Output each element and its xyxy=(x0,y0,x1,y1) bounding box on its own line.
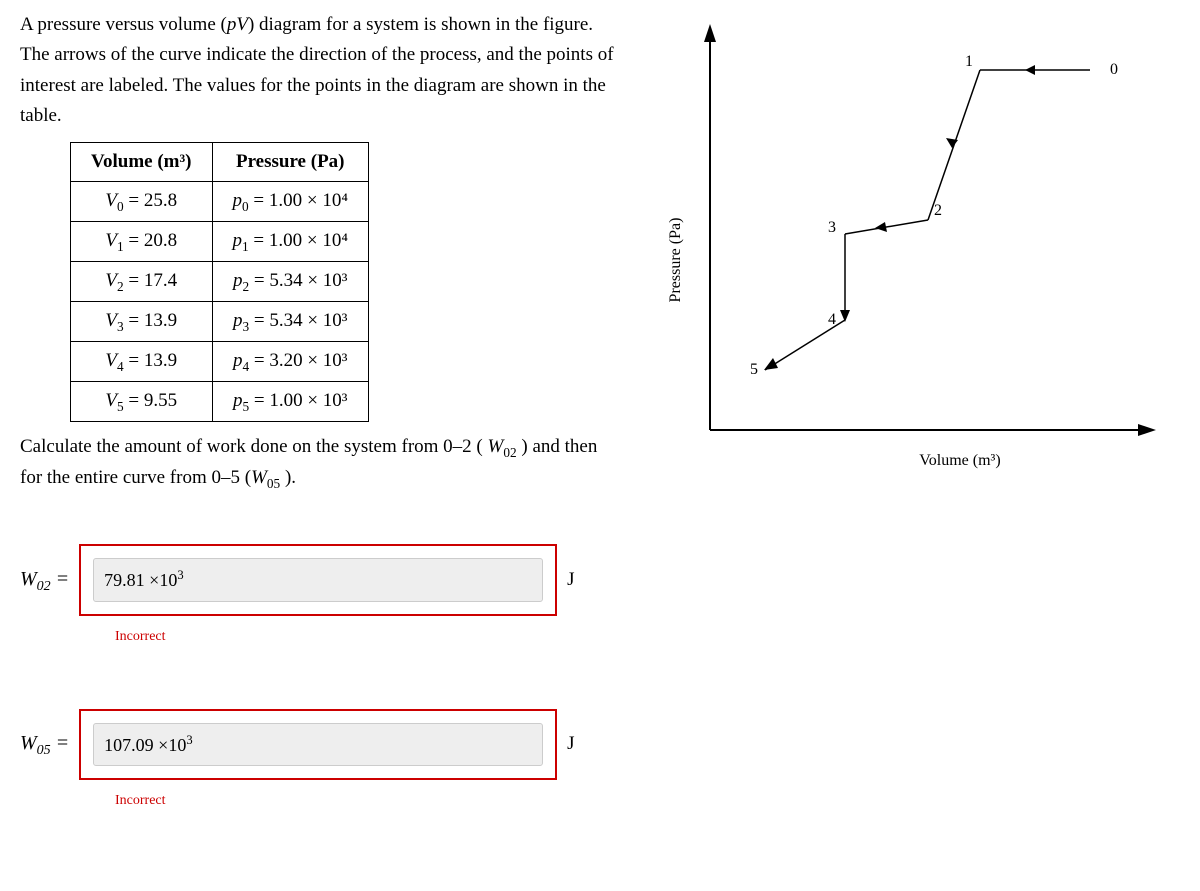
point-label-2: 2 xyxy=(934,202,942,219)
intro-text: A pressure versus volume (pV) diagram fo… xyxy=(20,10,620,132)
table-row: V3 = 13.9 p3 = 5.34 × 10³ xyxy=(71,302,369,342)
w02-feedback: Incorrect xyxy=(115,626,1180,648)
w05-feedback: Incorrect xyxy=(115,790,1180,812)
question-text: Calculate the amount of work done on the… xyxy=(20,432,620,494)
point-label-1: 1 xyxy=(965,53,973,70)
table-row: V1 = 20.8 p1 = 1.00 × 10⁴ xyxy=(71,222,369,262)
table-row: V2 = 17.4 p2 = 5.34 × 10³ xyxy=(71,262,369,302)
point-label-4: 4 xyxy=(828,311,836,328)
y-axis-label: Pressure (Pa) xyxy=(667,218,684,303)
w02-label: W02 = xyxy=(20,563,69,598)
w02-input[interactable]: 79.81 ×103 xyxy=(93,558,543,602)
col-header-volume: Volume (m³) xyxy=(71,142,213,181)
point-label-3: 3 xyxy=(828,219,836,236)
point-label-0: 0 xyxy=(1110,61,1118,78)
w05-label: W05 = xyxy=(20,727,69,762)
data-table: Volume (m³) Pressure (Pa) V0 = 25.8 p0 =… xyxy=(70,142,369,423)
col-header-pressure: Pressure (Pa) xyxy=(212,142,368,181)
w02-answer-box: 79.81 ×103 xyxy=(79,544,557,616)
table-row: V0 = 25.8 p0 = 1.00 × 10⁴ xyxy=(71,181,369,221)
point-label-5: 5 xyxy=(750,361,758,378)
w05-answer-box: 107.09 ×103 xyxy=(79,709,557,781)
w05-unit: J xyxy=(567,729,574,759)
w05-input[interactable]: 107.09 ×103 xyxy=(93,723,543,767)
x-axis-label: Volume (m³) xyxy=(919,452,1000,469)
w02-unit: J xyxy=(567,565,574,595)
table-row: V4 = 13.9 p4 = 3.20 × 10³ xyxy=(71,342,369,382)
table-row: V5 = 9.55 p5 = 1.00 × 10³ xyxy=(71,382,369,422)
pv-diagram: Pressure (Pa) Volume (m³) 0 1 2 3 4 5 xyxy=(650,10,1170,480)
